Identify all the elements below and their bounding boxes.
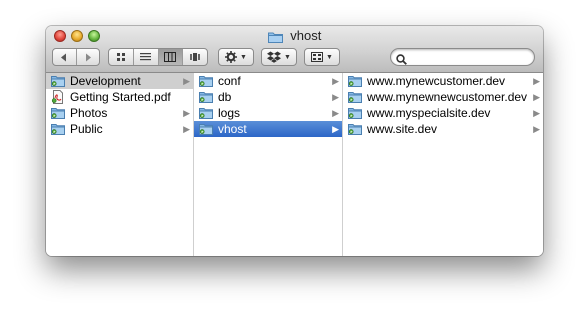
folder-icon xyxy=(51,74,65,88)
folder-icon xyxy=(199,122,213,136)
chevron-down-icon: ▼ xyxy=(284,53,291,61)
folder-icon xyxy=(199,106,213,120)
item-label: www.site.dev xyxy=(367,122,438,136)
disclosure-arrow-icon: ▶ xyxy=(183,76,190,86)
finder-window: vhost ▼ ▼ ▼ Development ▶ Getting Starte… xyxy=(46,26,543,256)
item-label: www.mynewcustomer.dev xyxy=(367,74,506,88)
item-label: Development xyxy=(70,74,141,88)
action-menu-button[interactable]: ▼ xyxy=(218,48,254,66)
back-forward-control xyxy=(52,48,100,66)
toolbar: vhost ▼ ▼ ▼ xyxy=(46,26,543,73)
item-label: www.myspecialsite.dev xyxy=(367,106,491,120)
list-item[interactable]: www.mynewnewcustomer.dev ▶ xyxy=(343,89,543,105)
list-item[interactable]: vhost ▶ xyxy=(194,121,342,137)
list-item[interactable]: www.site.dev ▶ xyxy=(343,121,543,137)
forward-button[interactable] xyxy=(77,49,100,65)
icon-view-button[interactable] xyxy=(109,49,134,65)
folder-icon xyxy=(267,31,283,46)
column-1: Development ▶ Getting Started.pdf Photos ▶ Pu… xyxy=(46,73,194,256)
view-mode-control xyxy=(108,48,208,66)
folder-icon xyxy=(348,90,362,104)
column-view-icon xyxy=(164,52,177,62)
item-label: www.mynewnewcustomer.dev xyxy=(367,90,528,104)
list-view-icon xyxy=(140,53,152,61)
item-label: logs xyxy=(218,106,241,120)
item-label: vhost xyxy=(218,122,247,136)
item-label: db xyxy=(218,90,232,104)
chevron-down-icon: ▼ xyxy=(240,53,247,61)
folder-icon xyxy=(348,122,362,136)
dropbox-menu-button[interactable]: ▼ xyxy=(261,48,297,66)
list-item[interactable]: db ▶ xyxy=(194,89,342,105)
item-label: Public xyxy=(70,122,103,136)
list-item[interactable]: Public ▶ xyxy=(46,121,193,137)
disclosure-arrow-icon: ▶ xyxy=(332,108,339,118)
disclosure-arrow-icon: ▶ xyxy=(332,124,339,134)
disclosure-arrow-icon: ▶ xyxy=(533,108,540,118)
disclosure-arrow-icon: ▶ xyxy=(533,76,540,86)
list-item[interactable]: conf ▶ xyxy=(194,73,342,89)
item-label: Getting Started.pdf xyxy=(70,90,171,104)
chevron-down-icon: ▼ xyxy=(326,53,333,61)
search-icon xyxy=(396,52,407,70)
forward-arrow-icon xyxy=(85,53,91,61)
gear-icon xyxy=(225,51,238,63)
item-label: Photos xyxy=(70,106,108,120)
window-title: vhost xyxy=(290,28,322,43)
folder-icon xyxy=(199,74,213,88)
column-2: conf ▶ db ▶ logs ▶ vhost ▶ xyxy=(194,73,343,256)
search-field[interactable] xyxy=(390,48,535,66)
folder-icon xyxy=(348,106,362,120)
back-arrow-icon xyxy=(61,53,67,61)
folder-icon xyxy=(348,74,362,88)
list-item[interactable]: Development ▶ xyxy=(46,73,193,89)
list-item[interactable]: www.myspecialsite.dev ▶ xyxy=(343,105,543,121)
column-browser: Development ▶ Getting Started.pdf Photos ▶ Pu… xyxy=(46,73,543,256)
list-item[interactable]: Photos ▶ xyxy=(46,105,193,121)
disclosure-arrow-icon: ▶ xyxy=(332,76,339,86)
disclosure-arrow-icon: ▶ xyxy=(533,124,540,134)
folder-icon xyxy=(51,122,65,136)
icon-view-icon xyxy=(116,53,125,61)
arrange-menu-button[interactable]: ▼ xyxy=(304,48,340,66)
folder-icon xyxy=(199,90,213,104)
window-title-bar: vhost xyxy=(46,28,543,44)
pdf-icon xyxy=(51,90,65,104)
disclosure-arrow-icon: ▶ xyxy=(332,92,339,102)
list-view-button[interactable] xyxy=(134,49,159,65)
disclosure-arrow-icon: ▶ xyxy=(533,92,540,102)
arrange-icon xyxy=(311,52,324,62)
coverflow-view-button[interactable] xyxy=(183,49,207,65)
column-view-button[interactable] xyxy=(158,49,184,65)
coverflow-view-icon xyxy=(190,53,201,61)
list-item[interactable]: Getting Started.pdf xyxy=(46,89,193,105)
disclosure-arrow-icon: ▶ xyxy=(183,108,190,118)
back-button[interactable] xyxy=(53,49,77,65)
list-item[interactable]: www.mynewcustomer.dev ▶ xyxy=(343,73,543,89)
column-3: www.mynewcustomer.dev ▶ www.mynewnewcustom… xyxy=(343,73,543,256)
list-item[interactable]: logs ▶ xyxy=(194,105,342,121)
folder-icon xyxy=(51,106,65,120)
item-label: conf xyxy=(218,74,241,88)
disclosure-arrow-icon: ▶ xyxy=(183,124,190,134)
dropbox-icon xyxy=(267,51,282,63)
search-input[interactable] xyxy=(409,50,531,66)
